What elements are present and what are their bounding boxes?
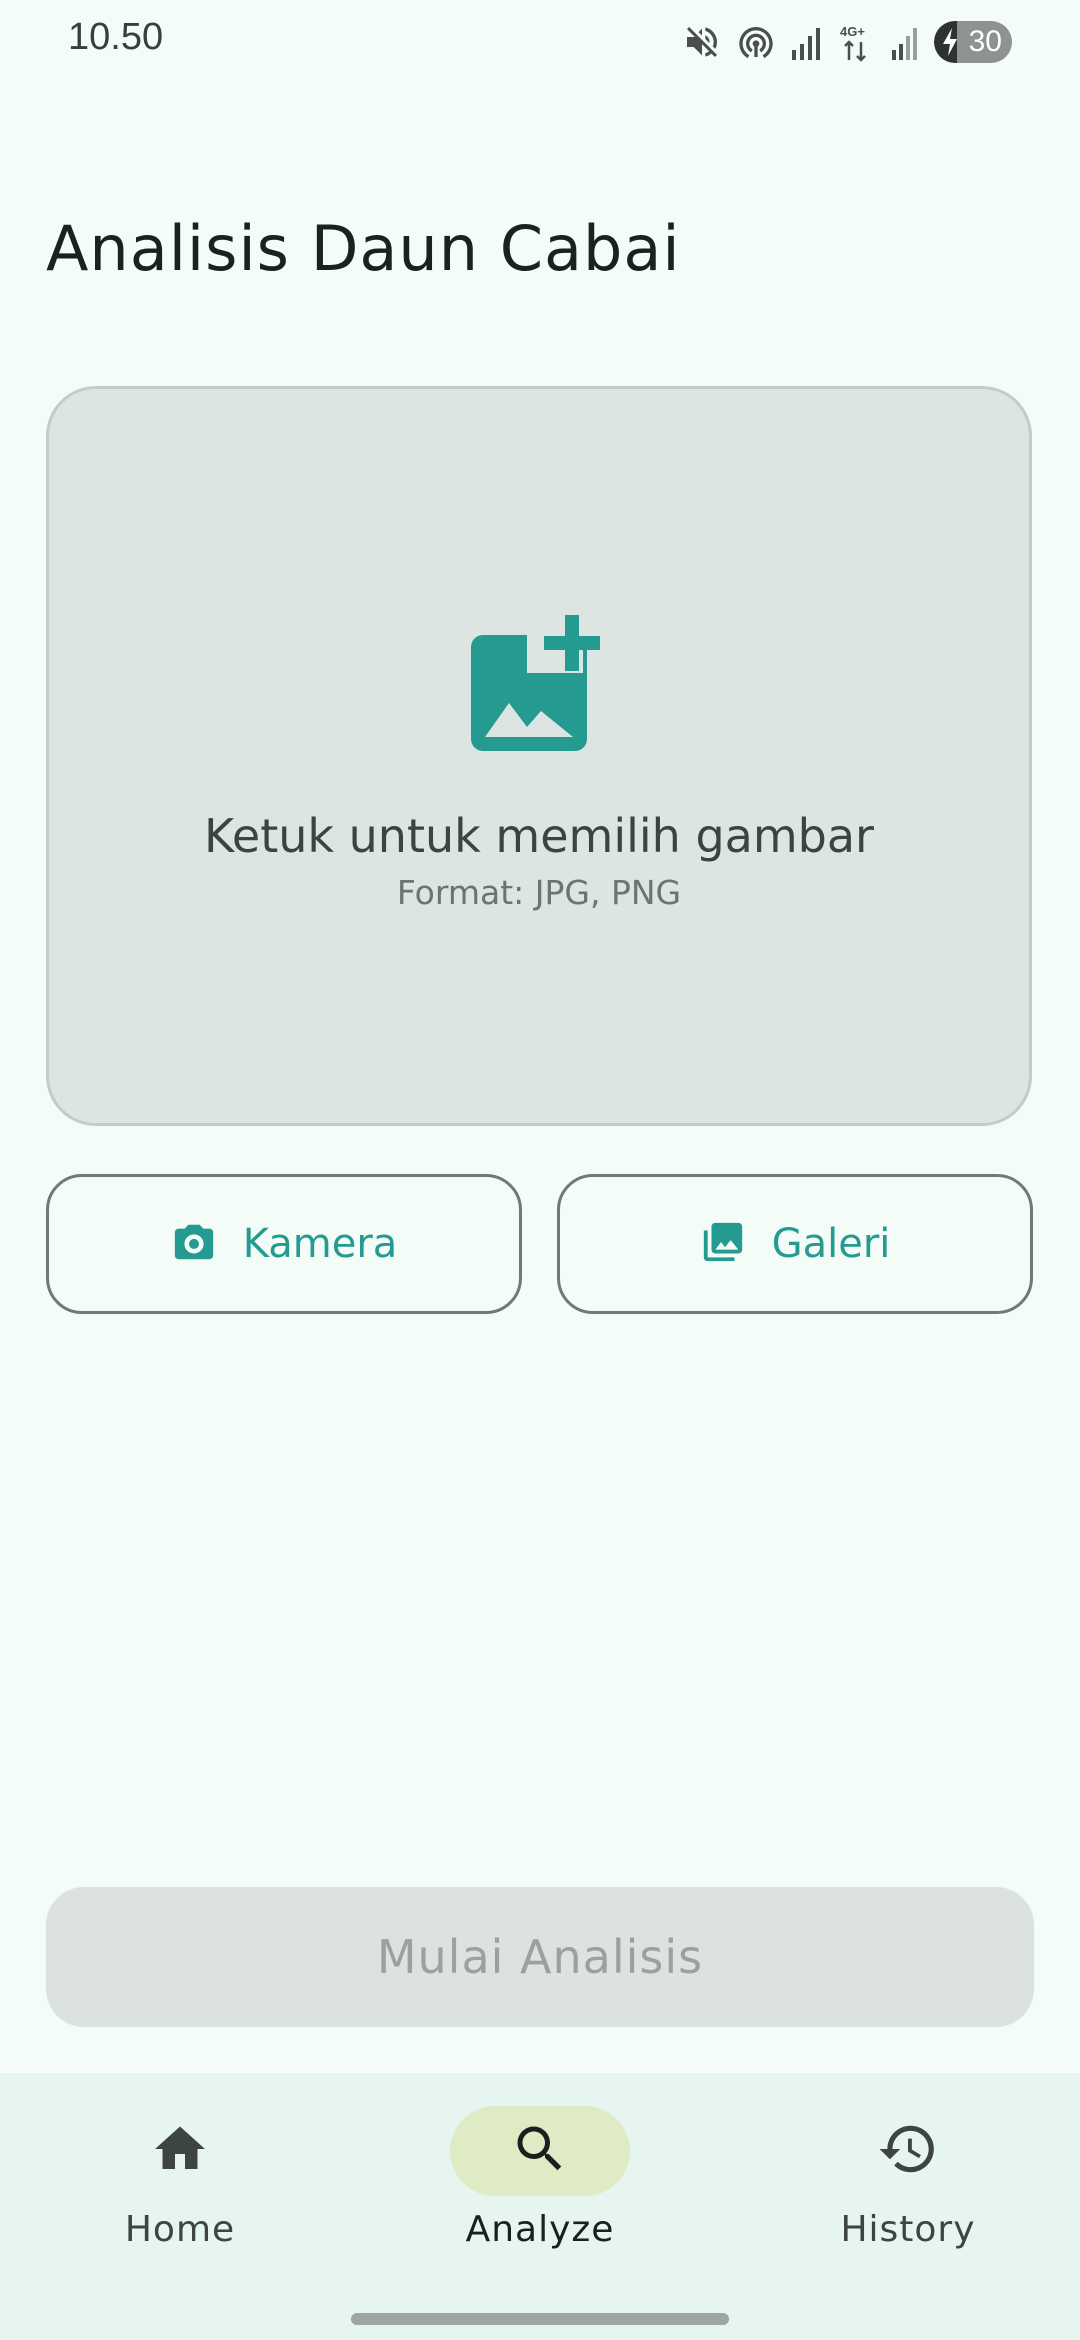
start-analysis-label: Mulai Analisis xyxy=(376,1930,704,1984)
nav-indicator-active xyxy=(450,2106,630,2196)
nav-indicator xyxy=(818,2106,998,2196)
nav-indicator xyxy=(90,2106,270,2196)
gallery-button[interactable]: Galeri xyxy=(557,1174,1033,1314)
nav-item-history[interactable]: History xyxy=(728,2073,1080,2293)
gallery-icon xyxy=(700,1219,746,1269)
signal-icon xyxy=(890,22,920,62)
add-photo-icon xyxy=(471,389,607,755)
bottom-navigation: Home Analyze History xyxy=(0,2073,1080,2340)
camera-icon xyxy=(171,1219,217,1269)
status-bar: 10.50 4G+ 30 xyxy=(0,0,1080,84)
start-analysis-button[interactable]: Mulai Analisis xyxy=(46,1887,1034,2027)
home-icon xyxy=(150,2119,210,2183)
nav-label-analyze: Analyze xyxy=(465,2209,615,2250)
nav-label-history: History xyxy=(840,2209,976,2250)
nav-item-home[interactable]: Home xyxy=(0,2073,360,2293)
history-icon xyxy=(877,2118,939,2184)
image-picker-area[interactable]: Ketuk untuk memilih gambar Format: JPG, … xyxy=(46,386,1032,1126)
data-4g-icon: 4G+ xyxy=(838,22,876,62)
hotspot-icon xyxy=(736,22,776,62)
bolt-icon xyxy=(943,28,957,56)
camera-button[interactable]: Kamera xyxy=(46,1174,522,1314)
gallery-button-label: Galeri xyxy=(771,1221,891,1267)
svg-text:4G+: 4G+ xyxy=(840,24,865,39)
mute-icon xyxy=(682,22,722,62)
picker-subtitle: Format: JPG, PNG xyxy=(396,873,682,912)
battery-level: 30 xyxy=(968,25,1002,58)
signal-icon xyxy=(790,22,824,62)
battery-charging-icon: 30 xyxy=(934,21,1012,63)
search-icon xyxy=(510,2119,570,2183)
status-icons: 4G+ 30 xyxy=(682,20,1012,64)
status-time: 10.50 xyxy=(68,16,164,58)
gesture-handle[interactable] xyxy=(351,2313,729,2325)
camera-button-label: Kamera xyxy=(242,1221,398,1267)
picker-title: Ketuk untuk memilih gambar xyxy=(204,809,874,863)
page-title: Analisis Daun Cabai xyxy=(46,212,681,285)
nav-label-home: Home xyxy=(124,2209,236,2250)
nav-item-analyze[interactable]: Analyze xyxy=(360,2073,720,2293)
